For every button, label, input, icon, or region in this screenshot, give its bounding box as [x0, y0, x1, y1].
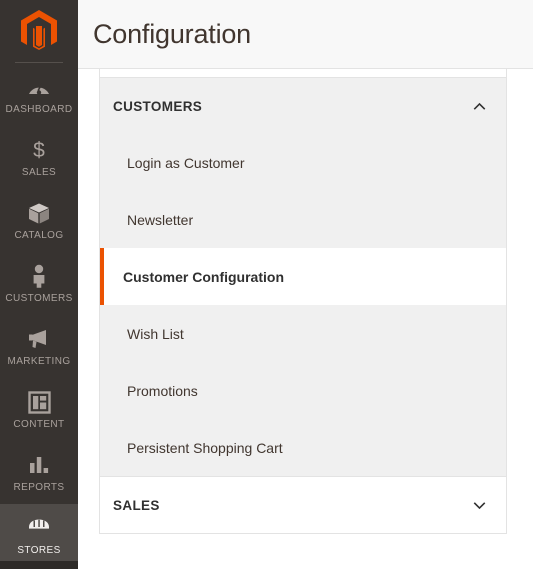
config-nav-item-label: Newsletter [127, 211, 194, 228]
sidebar-item-label: REPORTS [13, 482, 65, 493]
chevron-down-icon [473, 501, 486, 509]
sidebar-item-label: CONTENT [13, 419, 65, 430]
section-header-sales[interactable]: SALES [100, 477, 506, 533]
admin-page: DASHBOARD $ SALES CATALOG CUSTOMERS MARK… [0, 0, 533, 569]
sidebar-item-label: SALES [21, 167, 57, 178]
layout-icon [27, 389, 51, 415]
dashboard-icon [27, 74, 51, 100]
store-icon [26, 515, 52, 541]
config-section-customers: CUSTOMERS Login as Customer Newsletter C… [100, 78, 506, 477]
config-nav-item-customer-configuration[interactable]: Customer Configuration [100, 248, 506, 305]
chevron-up-icon [473, 102, 486, 110]
sidebar-item-catalog[interactable]: CATALOG [0, 189, 78, 252]
page-title: Configuration [93, 18, 252, 49]
sidebar-item-label: DASHBOARD [5, 104, 73, 115]
sidebar-item-label: MARKETING [7, 356, 71, 367]
config-nav-item-label: Wish List [127, 325, 184, 342]
magento-logo[interactable] [0, 0, 78, 62]
config-section-sales: SALES [100, 477, 506, 534]
configuration-nav-panel: CUSTOMERS Login as Customer Newsletter C… [99, 69, 507, 534]
section-header-customers[interactable]: CUSTOMERS [100, 78, 506, 134]
sidebar-item-dashboard[interactable]: DASHBOARD [0, 63, 78, 126]
section-partial-above[interactable] [100, 69, 506, 78]
magento-logo-icon [21, 10, 57, 50]
sidebar-item-label: CUSTOMERS [5, 293, 73, 304]
config-nav-item-label: Persistent Shopping Cart [127, 439, 283, 456]
sidebar-item-content[interactable]: CONTENT [0, 378, 78, 441]
box-icon [27, 200, 51, 226]
sidebar-footer-strip [0, 561, 78, 569]
section-title-label: CUSTOMERS [113, 98, 203, 114]
sidebar-item-marketing[interactable]: MARKETING [0, 315, 78, 378]
megaphone-icon [27, 326, 52, 352]
config-nav-item-label: Customer Configuration [123, 268, 284, 285]
page-header: Configuration [78, 0, 533, 69]
section-body-customers: Login as Customer Newsletter Customer Co… [100, 134, 506, 476]
config-nav-item-persistent-shopping-cart[interactable]: Persistent Shopping Cart [100, 419, 506, 476]
person-icon [30, 263, 48, 289]
sidebar-item-sales[interactable]: $ SALES [0, 126, 78, 189]
sidebar-item-customers[interactable]: CUSTOMERS [0, 252, 78, 315]
config-nav-item-label: Login as Customer [127, 154, 245, 171]
dollar-icon: $ [29, 137, 49, 163]
bar-chart-icon [28, 452, 50, 478]
sidebar-item-stores[interactable]: STORES [0, 504, 78, 567]
config-nav-item-newsletter[interactable]: Newsletter [100, 191, 506, 248]
config-nav-item-wish-list[interactable]: Wish List [100, 305, 506, 362]
sidebar-item-label: STORES [17, 545, 61, 556]
config-nav-item-label: Promotions [127, 382, 198, 399]
svg-text:$: $ [33, 139, 45, 162]
config-nav-item-promotions[interactable]: Promotions [100, 362, 506, 419]
admin-sidebar: DASHBOARD $ SALES CATALOG CUSTOMERS MARK… [0, 0, 78, 569]
content-area: CUSTOMERS Login as Customer Newsletter C… [78, 69, 533, 569]
main-area: Configuration CUSTOMERS Login as Custome… [78, 0, 533, 569]
config-nav-item-login-as-customer[interactable]: Login as Customer [100, 134, 506, 191]
section-title-label: SALES [113, 497, 160, 513]
sidebar-item-label: CATALOG [14, 230, 64, 241]
sidebar-item-reports[interactable]: REPORTS [0, 441, 78, 504]
